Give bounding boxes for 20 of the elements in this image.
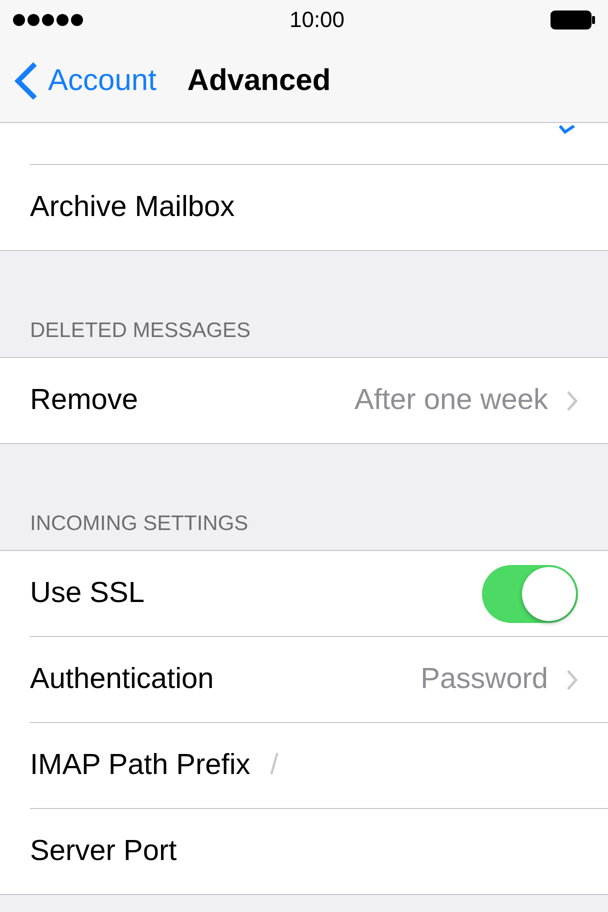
signal-icon: [12, 13, 84, 27]
battery-icon: [550, 10, 596, 30]
section-header: INCOMING SETTINGS: [30, 512, 248, 536]
row-label: Use SSL: [30, 577, 144, 610]
input-field[interactable]: /: [268, 748, 608, 783]
row-label[interactable]: Authentication: [30, 663, 214, 696]
chevron-left-icon: [14, 61, 38, 101]
row-label[interactable]: Remove: [30, 384, 138, 417]
row-label[interactable]: Archive Mailbox: [30, 191, 235, 224]
toggle-switch[interactable]: [482, 564, 578, 622]
chevron-icon: [566, 668, 578, 690]
back-button[interactable]: Account: [14, 61, 156, 101]
row-value: After one week: [354, 384, 548, 417]
status-time: 10:00: [289, 7, 345, 33]
row-label: IMAP Path Prefix: [30, 749, 250, 782]
chevron-icon: [566, 390, 578, 412]
section-header: DELETED MESSAGES: [30, 319, 251, 343]
nav-title: Advanced: [187, 64, 331, 97]
row-value: Password: [420, 663, 548, 696]
row-label: Server Port: [30, 835, 177, 868]
